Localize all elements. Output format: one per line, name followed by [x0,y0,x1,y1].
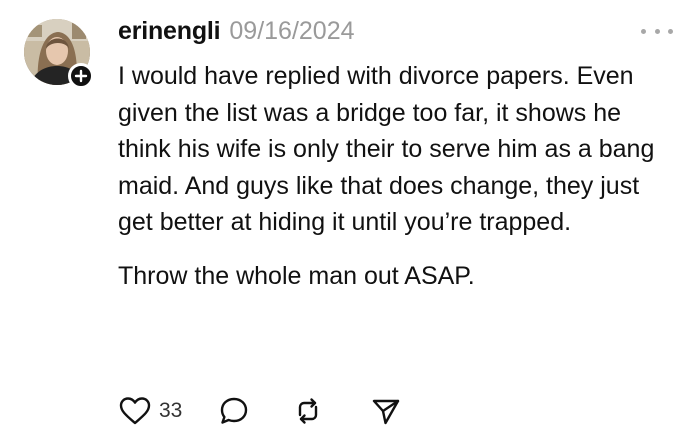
repost-icon [299,398,318,424]
post-paragraph: Throw the whole man out ASAP. [118,261,475,290]
plus-icon [74,69,88,83]
post-card: erinengli 09/16/2024 I would have replie… [0,0,700,447]
more-dot [654,28,660,34]
send-icon [373,399,400,425]
action-bar: 33 [118,393,402,429]
post-body: I would have replied with divorce papers… [118,58,678,294]
post-date: 09/16/2024 [229,17,355,45]
comment-bubble-icon [221,397,248,424]
more-dot [668,28,673,34]
avatar-container[interactable] [24,19,94,89]
heart-icon [119,397,151,425]
post-header: erinengli 09/16/2024 [118,17,355,53]
username[interactable]: erinengli [118,17,221,46]
post-paragraph: I would have replied with divorce papers… [118,62,655,236]
more-dot [641,28,646,34]
reply-button[interactable] [218,395,250,427]
share-button[interactable] [370,395,402,427]
follow-button[interactable] [68,63,94,89]
like-count: 33 [159,399,183,422]
repost-button[interactable] [292,395,324,427]
like-button[interactable]: 33 [118,395,182,427]
more-dots-icon[interactable] [641,26,673,36]
